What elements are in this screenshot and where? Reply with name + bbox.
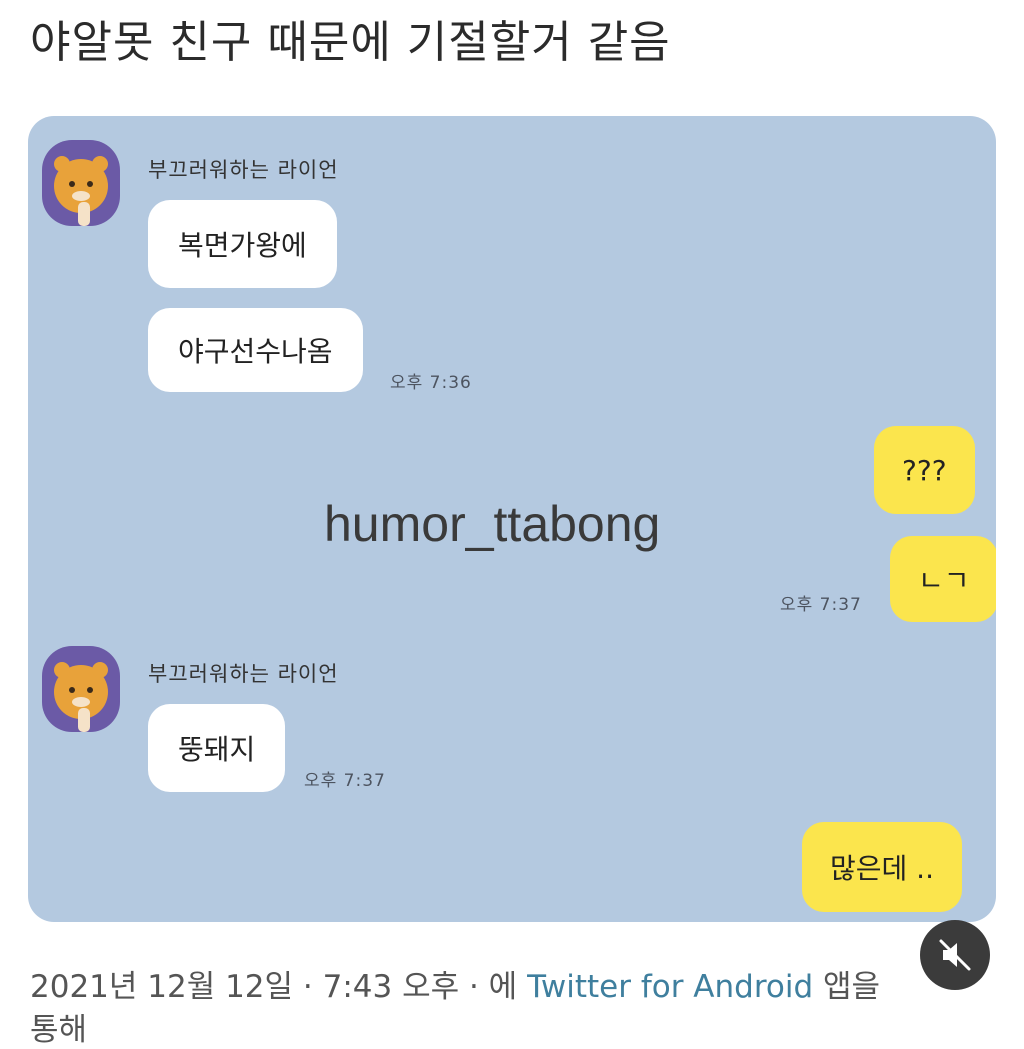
my-message-bubble: ???	[874, 426, 975, 514]
chat-screenshot: 부끄러워하는 라이언 복면가왕에 야구선수나옴 오후 7:36 ??? ㄴㄱ 오…	[28, 116, 996, 922]
sender-name: 부끄러워하는 라이언	[148, 662, 339, 686]
tweet-meta: 2021년 12월 12일 · 7:43 오후 · 에 Twitter for …	[30, 961, 880, 1006]
post-title: 야알못 친구 때문에 기절할거 같음	[30, 17, 671, 68]
ryan-character-icon	[42, 646, 120, 732]
speaker-muted-icon	[939, 939, 971, 971]
source-app-link[interactable]: Twitter for Android	[527, 969, 813, 1005]
message-bubble: 복면가왕에	[148, 200, 337, 288]
tweet-date: 2021년 12월 12일 · 7:43 오후 · 에	[30, 969, 518, 1005]
message-time: 오후 7:37	[304, 771, 386, 791]
message-time: 오후 7:36	[390, 373, 472, 393]
ryan-character-icon	[42, 140, 120, 226]
message-time: 오후 7:37	[780, 595, 862, 615]
message-bubble: 야구선수나옴	[148, 308, 363, 392]
my-message-bubble: ㄴㄱ	[890, 536, 996, 622]
mute-button[interactable]	[920, 920, 990, 990]
sender-name: 부끄러워하는 라이언	[148, 158, 339, 182]
message-bubble: 뚱돼지	[148, 704, 286, 792]
watermark: humor_ttabong	[324, 496, 661, 552]
tweet-meta-suffix: 앱을	[823, 969, 881, 1005]
my-message-bubble: 많은데 ..	[802, 822, 962, 912]
tweet-meta-line2: 통해	[30, 1012, 88, 1048]
